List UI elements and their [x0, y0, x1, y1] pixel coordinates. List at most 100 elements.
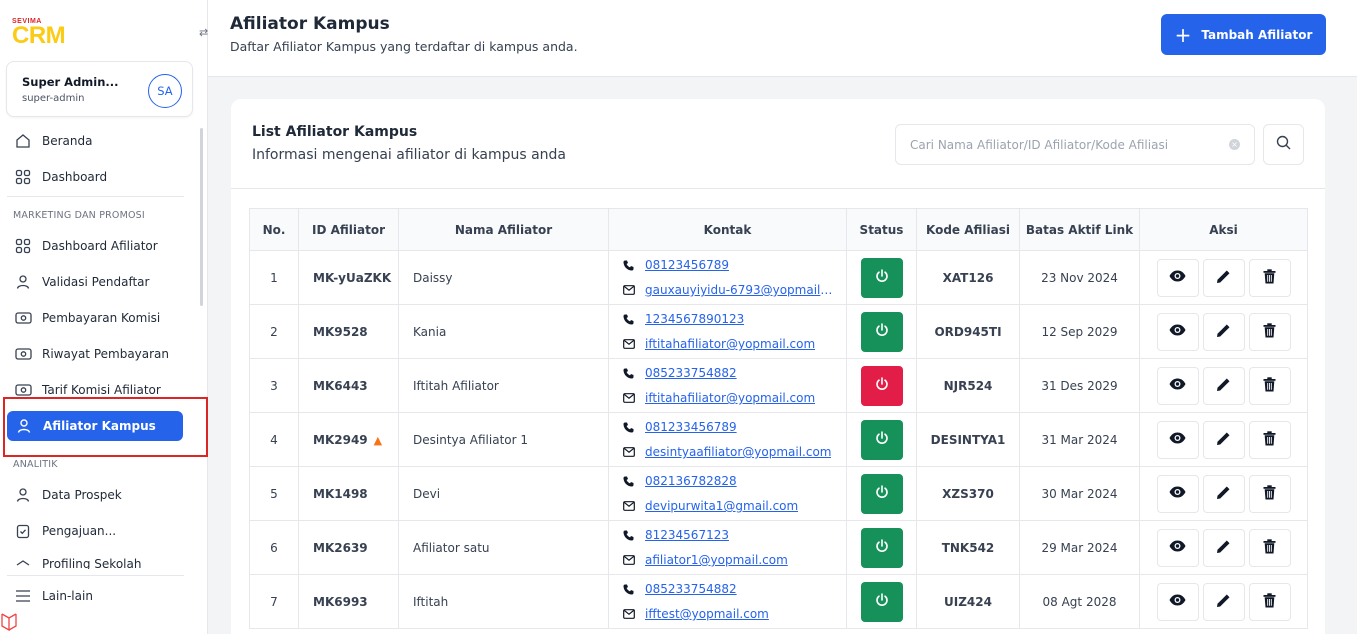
card-subtitle: Informasi mengenai afiliator di kampus a… [252, 147, 567, 163]
view-button[interactable] [1156, 582, 1199, 621]
status-toggle-button[interactable] [860, 365, 903, 406]
status-toggle-button[interactable] [860, 527, 903, 568]
edit-button[interactable] [1202, 528, 1245, 567]
row-id: MK1498 [313, 486, 368, 501]
edit-button[interactable] [1202, 312, 1245, 351]
user-card[interactable]: Super Admin... super-admin SA [6, 61, 193, 117]
mail-icon [623, 339, 637, 349]
sidebar-item-dashboard[interactable]: Dashboard [14, 167, 107, 187]
phone-link[interactable]: 085233754882 [645, 366, 737, 380]
sidebar-item-profiling-sekolah[interactable]: Profiling Sekolah [14, 557, 141, 569]
sidebar-item-pembayaran-komisi[interactable]: Pembayaran Komisi [14, 308, 160, 328]
search-input[interactable] [910, 135, 1220, 155]
email-link[interactable]: afiliator1@yopmail.com [645, 553, 788, 567]
sidebar-scrollbar[interactable] [200, 128, 203, 306]
brand-logo[interactable]: SEVIMA CRM [12, 18, 66, 48]
collapse-sidebar-icon[interactable]: ⇄ [199, 26, 208, 39]
row-id: MK9528 [313, 324, 368, 339]
power-icon [874, 376, 890, 395]
sidebar-item-dashboard-afiliator[interactable]: Dashboard Afiliator [14, 236, 158, 256]
email-link[interactable]: iftitahafiliator@yopmail.com [645, 337, 815, 351]
row-no: 6 [249, 520, 299, 575]
edit-button[interactable] [1202, 420, 1245, 459]
status-toggle-button[interactable] [860, 257, 903, 298]
pencil-icon [1216, 593, 1231, 611]
edit-button[interactable] [1202, 258, 1245, 297]
sidebar-item-validasi-pendaftar[interactable]: Validasi Pendaftar [14, 272, 149, 292]
search-button[interactable] [1263, 124, 1304, 165]
phone-link[interactable]: 81234567123 [645, 528, 729, 542]
email-link[interactable]: gauxauyiyidu-6793@yopmail.com [645, 283, 833, 297]
delete-button[interactable] [1248, 420, 1291, 459]
view-button[interactable] [1156, 312, 1199, 351]
table-row: 4 MK2949 ▲ Desintya Afiliator 1 081233456… [249, 412, 1308, 467]
trash-icon [1263, 484, 1276, 503]
col-header-status[interactable]: Status [846, 208, 917, 251]
delete-button[interactable] [1248, 474, 1291, 513]
sidebar-item-label: Beranda [42, 134, 93, 148]
school-icon [14, 557, 32, 569]
sidebar-item-pengajuan[interactable]: Pengajuan... [14, 521, 116, 541]
edit-button[interactable] [1202, 366, 1245, 405]
row-contact: 081233456789 desintyaafiliator@yopmail.c… [608, 412, 847, 467]
phone-icon [623, 260, 637, 271]
search-icon [1276, 135, 1291, 154]
col-header-kode[interactable]: Kode Afiliasi [916, 208, 1020, 251]
email-link[interactable]: devipurwita1@gmail.com [645, 499, 798, 513]
row-status-cell [846, 466, 917, 521]
phone-link[interactable]: 08123456789 [645, 258, 729, 272]
view-button[interactable] [1156, 528, 1199, 567]
edit-button[interactable] [1202, 582, 1245, 621]
avatar[interactable]: SA [148, 74, 182, 108]
row-batas: 31 Des 2029 [1019, 358, 1140, 413]
col-header-kontak[interactable]: Kontak [608, 208, 847, 251]
mail-icon [623, 285, 637, 295]
power-icon [874, 322, 890, 341]
row-id: MK-yUaZKK [313, 270, 392, 285]
row-status-cell [846, 520, 917, 575]
row-batas: 23 Nov 2024 [1019, 250, 1140, 305]
phone-link[interactable]: 081233456789 [645, 420, 737, 434]
email-link[interactable]: iftitahafiliator@yopmail.com [645, 391, 815, 405]
add-affiliate-button[interactable]: + Tambah Afiliator [1161, 14, 1326, 55]
delete-button[interactable] [1248, 258, 1291, 297]
sidebar-item-lain-lain[interactable]: Lain-lain [14, 586, 93, 606]
email-link[interactable]: desintyaafiliator@yopmail.com [645, 445, 831, 459]
delete-button[interactable] [1248, 582, 1291, 621]
eye-icon [1169, 324, 1186, 339]
delete-button[interactable] [1248, 528, 1291, 567]
row-kode: XAT126 [916, 250, 1020, 305]
view-button[interactable] [1156, 420, 1199, 459]
add-affiliate-label: Tambah Afiliator [1201, 27, 1313, 42]
col-header-batas[interactable]: Batas Aktif Link [1019, 208, 1140, 251]
status-toggle-button[interactable] [860, 311, 903, 352]
sidebar-item-beranda[interactable]: Beranda [14, 131, 92, 151]
power-icon [874, 484, 890, 503]
sidebar-item-data-prospek[interactable]: Data Prospek [14, 485, 122, 505]
view-button[interactable] [1156, 258, 1199, 297]
view-button[interactable] [1156, 474, 1199, 513]
row-kode: XZS370 [916, 466, 1020, 521]
phone-link[interactable]: 085233754882 [645, 582, 737, 596]
table-row: 7 MK6993 Iftitah 085233754882 ifftest@yo… [249, 574, 1308, 629]
phone-link[interactable]: 1234567890123 [645, 312, 744, 326]
row-no: 3 [249, 358, 299, 413]
edit-button[interactable] [1202, 474, 1245, 513]
status-toggle-button[interactable] [860, 473, 903, 514]
phone-link[interactable]: 082136782828 [645, 474, 737, 488]
delete-button[interactable] [1248, 312, 1291, 351]
row-id-cell: MK9528 [298, 304, 399, 359]
sidebar-item-riwayat-pembayaran[interactable]: Riwayat Pembayaran [14, 344, 169, 364]
eye-icon [1169, 486, 1186, 501]
status-toggle-button[interactable] [860, 581, 903, 622]
email-link[interactable]: ifftest@yopmail.com [645, 607, 769, 621]
clear-search-icon[interactable]: × [1229, 139, 1240, 150]
row-status-cell [846, 358, 917, 413]
col-header-no[interactable]: No. [249, 208, 299, 251]
col-header-nama[interactable]: Nama Afiliator [398, 208, 609, 251]
status-toggle-button[interactable] [860, 419, 903, 460]
col-header-id[interactable]: ID Afiliator [298, 208, 399, 251]
delete-button[interactable] [1248, 366, 1291, 405]
highlight-outline [3, 397, 208, 457]
view-button[interactable] [1156, 366, 1199, 405]
